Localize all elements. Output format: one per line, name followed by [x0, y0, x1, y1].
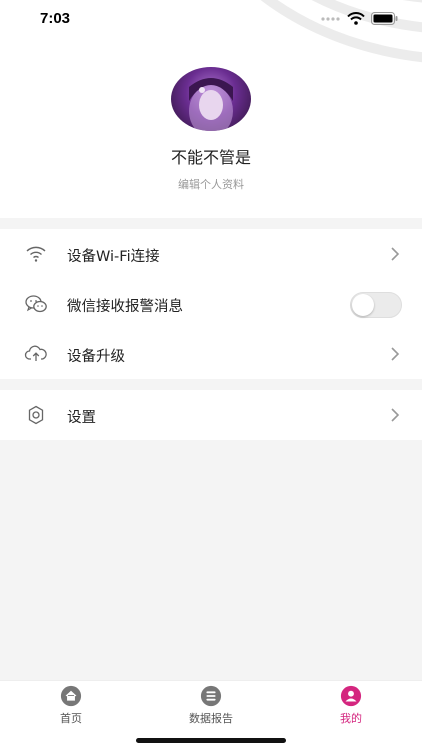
menu-item-label: 设备升级 — [67, 349, 125, 365]
home-icon — [60, 685, 82, 707]
menu-item-wifi[interactable]: 设备Wi-Fi连接 — [0, 229, 422, 279]
tab-label: 我的 — [340, 712, 362, 725]
gear-icon — [28, 405, 44, 425]
edit-profile-link[interactable]: 编辑个人资料 — [0, 176, 422, 192]
chevron-right-icon — [391, 408, 400, 422]
avatar[interactable] — [171, 67, 251, 131]
tab-mine[interactable]: 我的 — [301, 685, 401, 726]
avatar-image — [189, 78, 233, 131]
status-time: 7:03 — [40, 10, 71, 27]
tab-label: 数据报告 — [189, 712, 233, 725]
menu-item-label: 设备Wi-Fi连接 — [67, 249, 160, 265]
menu-group-settings: 设置 — [0, 390, 422, 440]
cloud-upload-icon — [24, 345, 47, 361]
battery-icon — [371, 12, 398, 25]
menu-item-label: 微信接收报警消息 — [67, 299, 183, 315]
chevron-right-icon — [391, 247, 400, 261]
wifi-icon — [26, 246, 46, 262]
username: 不能不管是 — [170, 148, 251, 167]
wechat-icon — [25, 295, 47, 313]
status-icons — [321, 12, 398, 25]
wechat-alert-toggle[interactable] — [350, 292, 402, 318]
menu-item-settings[interactable]: 设置 — [0, 390, 422, 440]
toggle-knob — [352, 294, 374, 316]
home-indicator[interactable] — [136, 738, 286, 743]
list-icon — [200, 685, 222, 707]
profile-header: 7:03 不能不管是 编辑个人资料 — [0, 0, 422, 218]
signal-dots-icon — [321, 16, 340, 21]
menu-group-device: 设备Wi-Fi连接 微信接收报警消息 设备升级 — [0, 229, 422, 379]
chevron-right-icon — [391, 347, 400, 361]
user-icon — [340, 685, 362, 707]
wifi-status-icon — [347, 12, 365, 25]
tab-label: 首页 — [60, 712, 82, 725]
tab-home[interactable]: 首页 — [21, 685, 121, 726]
tab-data-report[interactable]: 数据报告 — [161, 685, 261, 726]
menu-item-label: 设置 — [67, 410, 96, 426]
status-bar: 7:03 — [0, 0, 422, 40]
menu-item-upgrade[interactable]: 设备升级 — [0, 329, 422, 379]
menu-item-wechat-alert: 微信接收报警消息 — [0, 279, 422, 329]
